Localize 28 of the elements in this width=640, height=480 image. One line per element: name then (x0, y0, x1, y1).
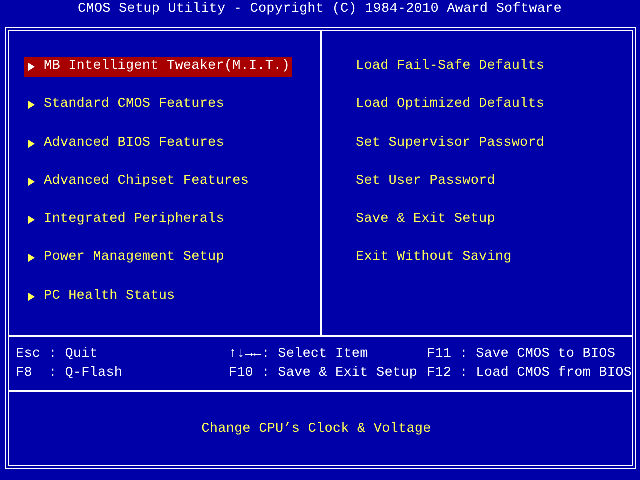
help-text: Change CPU’s Clock & Voltage (202, 421, 432, 439)
menu-item[interactable]: Advanced Chipset Features (24, 172, 252, 192)
window-title: CMOS Setup Utility - Copyright (C) 1984-2010 Award Software (77, 1, 563, 19)
key-hint: F12 : Load CMOS from BIOS (426, 365, 632, 383)
triangle-icon (28, 292, 35, 302)
menu-item[interactable]: Power Management Setup (24, 248, 226, 268)
menu-item[interactable]: Load Optimized Defaults (356, 95, 547, 116)
menu-item[interactable]: Set Supervisor Password (356, 134, 547, 154)
triangle-icon (28, 253, 35, 264)
menu-item[interactable]: Save & Exit Setup (356, 210, 498, 230)
key-hint: F8 : Q-Flash (16, 365, 124, 383)
triangle-icon (28, 176, 35, 187)
triangle-icon (28, 215, 35, 226)
menu-item[interactable]: Standard CMOS Features (24, 95, 226, 116)
menu-item[interactable]: Advanced BIOS Features (24, 134, 226, 154)
triangle-icon (28, 100, 35, 110)
key-hint: Esc : Quit (16, 346, 100, 364)
menu-item[interactable]: Set User Password (356, 172, 498, 192)
triangle-icon (28, 138, 35, 149)
menu-item[interactable]: Load Fail-Safe Defaults (356, 57, 547, 77)
key-hint: F11 : Save CMOS to BIOS (426, 346, 617, 364)
key-hint: F10 : Save & Exit Setup (228, 365, 419, 383)
menu-item[interactable]: Integrated Peripherals (24, 210, 226, 230)
menu-item[interactable]: PC Health Status (24, 286, 178, 307)
menu-item[interactable]: Exit Without Saving (356, 248, 514, 268)
menu-item[interactable]: MB Intelligent Tweaker(M.I.T.) (24, 57, 292, 77)
key-hint: ↑↓→←: Select Item (228, 346, 370, 364)
triangle-icon (28, 62, 35, 72)
